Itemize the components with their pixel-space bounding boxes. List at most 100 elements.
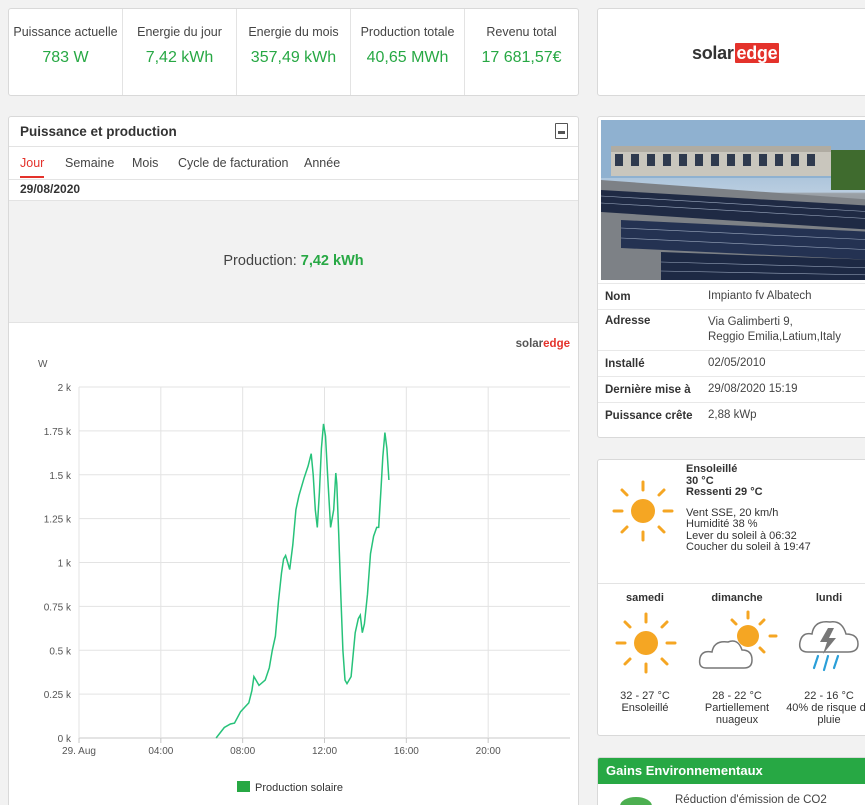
y-tick-label: 1.75 k bbox=[44, 427, 72, 438]
kpi-bar: Puissance actuelle 783 W Energie du jour… bbox=[8, 8, 579, 96]
address-line-2: Reggio Emilia,Latium,Italy bbox=[708, 331, 841, 343]
forecast-temp: 28 - 22 °C bbox=[712, 690, 762, 702]
thunderstorm-rain-icon bbox=[782, 610, 865, 676]
kpi-energy-day: Energie du jour 7,42 kWh bbox=[123, 9, 237, 95]
production-chart: 0 k 0.25 k 0.5 k 0.75 k 1 k 1.25 k 1.5 k 1.75 k… bbox=[38, 338, 570, 794]
power-production-panel: Puissance et production Jour Semaine Moi… bbox=[8, 116, 579, 805]
period-tabs: Jour Semaine Mois Cycle de facturation A… bbox=[9, 147, 578, 180]
weather-forecast: samedi 32 - 27 °C Ensoleillé dimanche 28… bbox=[598, 586, 865, 735]
tab-mois[interactable]: Mois bbox=[132, 156, 158, 176]
forecast-day-2: dimanche 28 - 22 °C Partiellement nuageu… bbox=[690, 586, 784, 726]
y-tick-label: 1 k bbox=[58, 559, 72, 570]
forecast-day-name: samedi bbox=[626, 592, 664, 604]
y-tick-label: 2 k bbox=[58, 383, 72, 394]
legend-label: Production solaire bbox=[255, 782, 343, 794]
row-key: Puissance crête bbox=[598, 402, 701, 428]
x-tick-label: 16:00 bbox=[394, 746, 419, 757]
co2-tree-icon bbox=[620, 797, 652, 805]
row-key: Dernière mise à bbox=[598, 376, 701, 403]
forecast-desc-line2: nuageux bbox=[715, 714, 759, 726]
logo-text-left: solar bbox=[692, 43, 734, 63]
tab-annee[interactable]: Année bbox=[304, 156, 340, 176]
site-photo bbox=[601, 120, 865, 280]
y-tick-label: 0.25 k bbox=[44, 690, 72, 701]
kpi-label: Energie du jour bbox=[137, 25, 222, 39]
legend-swatch bbox=[237, 781, 250, 792]
row-value: Impianto fv Albatech bbox=[701, 283, 865, 310]
current-sunset: Coucher du soleil à 19:47 bbox=[686, 541, 811, 553]
tab-semaine[interactable]: Semaine bbox=[65, 156, 114, 176]
forecast-day-name: lundi bbox=[815, 592, 843, 604]
kpi-value: 783 W bbox=[42, 49, 89, 66]
production-value: 7,42 kWh bbox=[300, 253, 364, 269]
kpi-label: Puissance actuelle bbox=[13, 25, 118, 39]
kpi-label: Energie du mois bbox=[248, 25, 339, 39]
selected-date: 29/08/2020 bbox=[20, 182, 81, 196]
kpi-total-revenue: Revenu total 17 681,57€ bbox=[465, 9, 578, 95]
x-tick-label: 04:00 bbox=[148, 746, 173, 757]
csv-export-icon[interactable] bbox=[555, 123, 568, 139]
brand-panel: solar edge bbox=[597, 8, 865, 96]
tab-jour[interactable]: Jour bbox=[20, 156, 45, 178]
x-axis-ticks: 29. Aug 04:00 08:00 12:00 16:00 20:00 bbox=[62, 746, 501, 757]
forecast-day-3: lundi 22 - 16 °C 40% de risque de pluie bbox=[782, 586, 865, 726]
y-axis-label: W bbox=[38, 359, 48, 370]
chart-watermark-logo: solaredge bbox=[516, 338, 570, 350]
y-tick-label: 0.5 k bbox=[49, 646, 72, 657]
kpi-total-production: Production totale 40,65 MWh bbox=[351, 9, 465, 95]
production-label: Production: bbox=[223, 253, 297, 269]
weather-current: Ensoleillé 30 °C Ressenti 29 °C Vent SSE… bbox=[598, 460, 865, 584]
y-tick-label: 1.25 k bbox=[44, 515, 72, 526]
y-tick-label: 0 k bbox=[58, 734, 72, 745]
kpi-value: 357,49 kWh bbox=[250, 49, 337, 66]
production-summary: Production: 7,42 kWh bbox=[9, 200, 578, 323]
series-line-production-solaire bbox=[215, 423, 390, 739]
forecast-temp: 32 - 27 °C bbox=[620, 690, 670, 702]
current-humidity: Humidité 38 % bbox=[686, 518, 758, 530]
site-details-table: Nom Impianto fv Albatech Adresse Via Galim… bbox=[598, 283, 865, 428]
sun-icon bbox=[598, 610, 692, 676]
forecast-desc-line1: Partiellement bbox=[704, 702, 770, 714]
kpi-label: Revenu total bbox=[486, 25, 557, 39]
x-tick-label: 12:00 bbox=[312, 746, 337, 757]
row-key: Adresse bbox=[598, 309, 701, 351]
logo-text-right: edge bbox=[734, 43, 780, 63]
forecast-desc-line2: pluie bbox=[817, 714, 841, 726]
watermark-text: solaredge bbox=[516, 338, 570, 350]
forecast-desc-line1: 40% de risque de bbox=[786, 702, 865, 714]
solaredge-logo: solar edge bbox=[692, 43, 780, 64]
kpi-value: 7,42 kWh bbox=[145, 49, 214, 66]
x-tick-label: 20:00 bbox=[476, 746, 501, 757]
chart-grid bbox=[78, 386, 570, 743]
x-tick-label: 29. Aug bbox=[62, 746, 96, 757]
weather-panel: Ensoleillé 30 °C Ressenti 29 °C Vent SSE… bbox=[597, 459, 865, 736]
site-row-name: Nom Impianto fv Albatech bbox=[598, 283, 865, 310]
forecast-desc: Ensoleillé bbox=[621, 702, 669, 714]
y-tick-label: 1.5 k bbox=[49, 471, 72, 482]
forecast-day-1: samedi 32 - 27 °C Ensoleillé bbox=[598, 586, 692, 714]
row-value: 29/08/2020 15:19 bbox=[701, 376, 865, 403]
forecast-day-name: dimanche bbox=[711, 592, 763, 604]
x-tick-label: 08:00 bbox=[230, 746, 255, 757]
kpi-energy-month: Energie du mois 357,49 kWh bbox=[237, 9, 351, 95]
y-axis-ticks: 0 k 0.25 k 0.5 k 0.75 k 1 k 1.25 k 1.5 k 1.75 k… bbox=[44, 383, 72, 745]
row-key: Nom bbox=[598, 283, 701, 310]
site-row-address: Adresse Via Galimberti 9, Reggio Emilia,La… bbox=[598, 309, 865, 351]
gains-title: Gains Environnementaux bbox=[598, 758, 865, 784]
panel-title: Puissance et production bbox=[20, 124, 177, 139]
row-value: Via Galimberti 9, Reggio Emilia,Latium,It… bbox=[701, 309, 865, 351]
kpi-value: 40,65 MWh bbox=[366, 49, 449, 66]
row-value: 2,88 kWp bbox=[701, 402, 865, 428]
row-key: Installé bbox=[598, 350, 701, 377]
row-value: 02/05/2010 bbox=[701, 350, 865, 377]
partly-cloudy-icon bbox=[690, 610, 784, 676]
tab-cycle-facturation[interactable]: Cycle de facturation bbox=[178, 156, 288, 176]
current-condition: Ensoleillé bbox=[686, 463, 738, 475]
site-info-panel: Nom Impianto fv Albatech Adresse Via Galim… bbox=[597, 116, 865, 438]
chart-legend[interactable]: Production solaire bbox=[237, 781, 343, 794]
site-row-last-update: Dernière mise à 29/08/2020 15:19 bbox=[598, 376, 865, 403]
panel-header: Puissance et production bbox=[9, 117, 578, 147]
site-row-installed: Installé 02/05/2010 bbox=[598, 350, 865, 377]
weather-current-text: Ensoleillé 30 °C Ressenti 29 °C Vent SSE… bbox=[686, 463, 811, 554]
sun-icon bbox=[612, 480, 674, 542]
